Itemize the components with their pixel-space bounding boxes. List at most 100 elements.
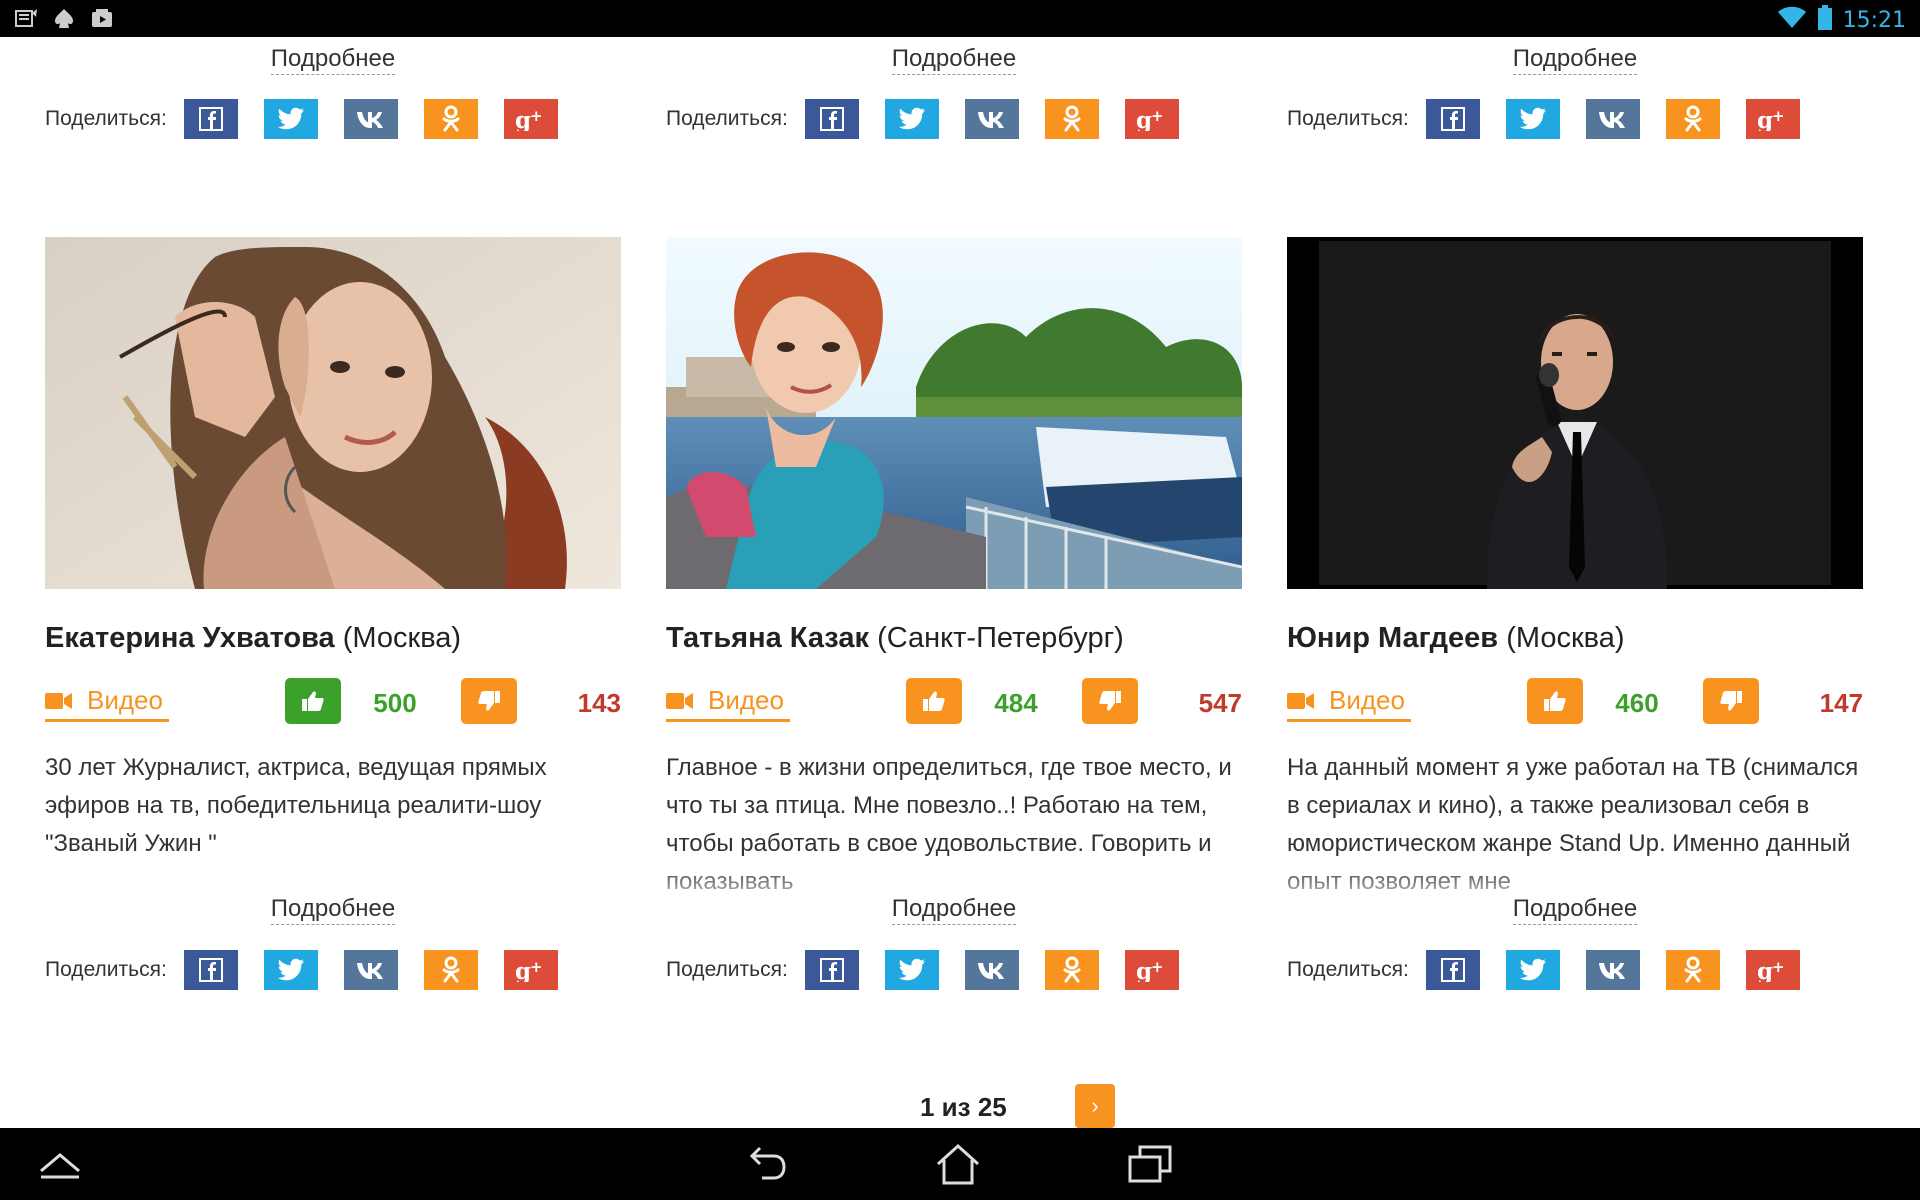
vk-share-button[interactable] bbox=[964, 950, 1019, 990]
video-link[interactable]: Видео bbox=[1287, 682, 1411, 722]
next-page-button[interactable]: › bbox=[1075, 1084, 1115, 1128]
google-plus-share-button[interactable]: g + bbox=[1124, 950, 1179, 990]
dislikes-count: 547 bbox=[1198, 688, 1242, 718]
contestant-card: Подробнее Поделиться: g + Юнир Магдеев (М… bbox=[1287, 37, 1863, 1097]
thumbs-down-icon bbox=[1720, 691, 1742, 711]
video-link[interactable]: Видео bbox=[45, 682, 169, 722]
google-plus-share-button[interactable]: g + bbox=[1124, 99, 1179, 139]
contestant-photo[interactable] bbox=[1287, 237, 1863, 589]
twitter-share-button[interactable] bbox=[884, 950, 939, 990]
dislike-button[interactable] bbox=[461, 678, 517, 724]
facebook-share-button[interactable] bbox=[1425, 99, 1480, 139]
svg-text:+: + bbox=[1151, 958, 1164, 976]
vk-share-button[interactable] bbox=[964, 99, 1019, 139]
more-link[interactable]: Подробнее bbox=[891, 895, 1017, 925]
more-link[interactable]: Подробнее bbox=[1512, 45, 1638, 75]
battery-icon bbox=[1817, 5, 1833, 36]
vk-share-button[interactable] bbox=[343, 950, 398, 990]
like-button[interactable] bbox=[1527, 678, 1583, 724]
contestant-card: Подробнее Поделиться: g + Татьяна Казак … bbox=[666, 37, 1242, 1097]
twitter-share-button[interactable] bbox=[263, 950, 318, 990]
google-plus-share-button[interactable]: g + bbox=[1745, 950, 1800, 990]
video-label: Видео bbox=[1329, 685, 1405, 715]
likes-count: 460 bbox=[1615, 688, 1659, 718]
twitter-share-button[interactable] bbox=[884, 99, 939, 139]
page-indicator: 1 из 25 bbox=[920, 1092, 1007, 1122]
odnoklassniki-share-button[interactable] bbox=[1044, 99, 1099, 139]
vk-icon bbox=[356, 112, 383, 128]
facebook-share-button[interactable] bbox=[1425, 950, 1480, 990]
dislike-button[interactable] bbox=[1082, 678, 1138, 724]
facebook-icon bbox=[198, 958, 223, 982]
video-link[interactable]: Видео bbox=[666, 682, 790, 722]
video-label: Видео bbox=[708, 685, 784, 715]
odnoklassniki-icon bbox=[442, 956, 460, 983]
notification-app-icon bbox=[52, 7, 76, 29]
home-button[interactable] bbox=[934, 1142, 982, 1186]
odnoklassniki-share-button[interactable] bbox=[1665, 99, 1720, 139]
contestant-name[interactable]: Татьяна Казак bbox=[666, 622, 869, 654]
recent-apps-button[interactable] bbox=[1126, 1142, 1174, 1186]
svg-text:g: g bbox=[1757, 958, 1773, 982]
google-plus-share-button[interactable]: g + bbox=[1745, 99, 1800, 139]
google-plus-share-button[interactable]: g + bbox=[503, 99, 558, 139]
odnoklassniki-share-button[interactable] bbox=[1665, 950, 1720, 990]
odnoklassniki-share-button[interactable] bbox=[423, 99, 478, 139]
twitter-share-button[interactable] bbox=[1505, 950, 1560, 990]
contestant-city: (Москва) bbox=[1506, 622, 1625, 654]
menu-up-button[interactable] bbox=[36, 1142, 84, 1186]
thumbs-up-icon bbox=[923, 691, 945, 711]
vk-share-button[interactable] bbox=[1585, 950, 1640, 990]
vk-share-button[interactable] bbox=[1585, 99, 1640, 139]
back-button[interactable] bbox=[742, 1142, 790, 1186]
share-label: Поделиться: bbox=[666, 958, 788, 981]
thumbs-down-icon bbox=[478, 691, 500, 711]
contestant-photo[interactable] bbox=[45, 237, 621, 589]
google-plus-icon: g+ bbox=[1136, 958, 1164, 982]
share-label: Поделиться: bbox=[1287, 958, 1409, 981]
facebook-share-button[interactable] bbox=[183, 99, 238, 139]
facebook-share-button[interactable] bbox=[183, 950, 238, 990]
svg-text:g: g bbox=[515, 958, 531, 982]
twitter-share-button[interactable] bbox=[263, 99, 318, 139]
notification-media-icon bbox=[90, 7, 114, 29]
svg-text:+: + bbox=[1151, 107, 1164, 125]
facebook-share-button[interactable] bbox=[804, 950, 859, 990]
odnoklassniki-icon bbox=[1684, 956, 1702, 983]
google-plus-icon: g+ bbox=[515, 958, 543, 982]
vote-row: Видео 500 143 bbox=[45, 678, 621, 728]
back-icon bbox=[749, 1146, 786, 1180]
google-plus-icon: g+ bbox=[515, 107, 543, 131]
status-bar: 15:21 bbox=[0, 0, 1920, 37]
share-label: Поделиться: bbox=[45, 107, 167, 130]
more-link[interactable]: Подробнее bbox=[1512, 895, 1638, 925]
vk-icon bbox=[977, 963, 1004, 979]
chevron-up-icon bbox=[40, 1153, 80, 1179]
more-link[interactable]: Подробнее bbox=[891, 45, 1017, 75]
more-link[interactable]: Подробнее bbox=[270, 895, 396, 925]
svg-text:g: g bbox=[1136, 107, 1152, 131]
google-plus-share-button[interactable]: g + bbox=[503, 950, 558, 990]
vk-share-button[interactable] bbox=[343, 99, 398, 139]
share-label: Поделиться: bbox=[1287, 107, 1409, 130]
contestant-name[interactable]: Екатерина Ухватова bbox=[45, 622, 335, 654]
facebook-icon bbox=[198, 107, 223, 131]
contestant-photo[interactable] bbox=[666, 237, 1242, 589]
contestant-name[interactable]: Юнир Магдеев bbox=[1287, 622, 1498, 654]
twitter-share-button[interactable] bbox=[1505, 99, 1560, 139]
facebook-share-button[interactable] bbox=[804, 99, 859, 139]
svg-text:g: g bbox=[1757, 107, 1773, 131]
contestant-name-line: Татьяна Казак (Санкт-Петербург) bbox=[666, 622, 1124, 655]
like-button[interactable] bbox=[285, 678, 341, 724]
like-button[interactable] bbox=[906, 678, 962, 724]
pagination: 1 из 25 › bbox=[0, 1084, 1920, 1128]
svg-text:+: + bbox=[1772, 107, 1785, 125]
google-plus-icon: g+ bbox=[1136, 107, 1164, 131]
more-link[interactable]: Подробнее bbox=[270, 45, 396, 75]
share-row: Поделиться: g + bbox=[1287, 950, 1826, 990]
odnoklassniki-share-button[interactable] bbox=[1044, 950, 1099, 990]
odnoklassniki-share-button[interactable] bbox=[423, 950, 478, 990]
facebook-icon bbox=[1440, 958, 1465, 982]
twitter-icon bbox=[1519, 107, 1546, 130]
dislike-button[interactable] bbox=[1703, 678, 1759, 724]
